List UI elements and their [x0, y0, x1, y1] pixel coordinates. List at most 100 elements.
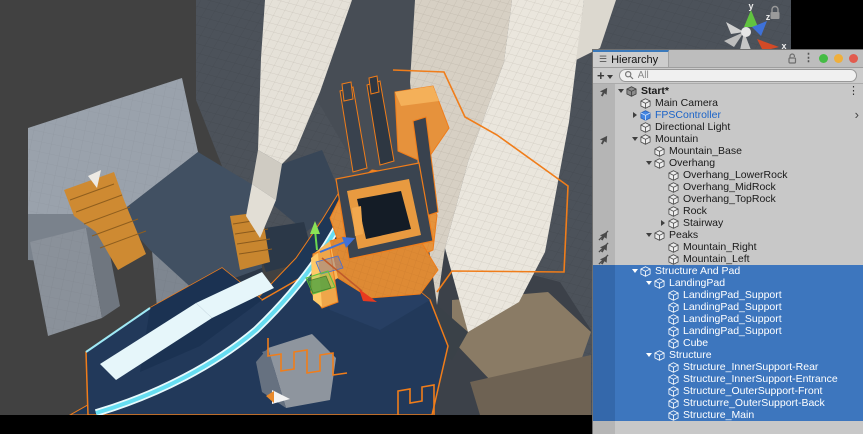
expand-arrow-open[interactable]	[643, 161, 654, 165]
tree-item-overhang-toprock[interactable]: Overhang_TopRock	[593, 193, 863, 205]
expand-arrow-closed[interactable]	[657, 220, 668, 226]
tree-item-mountain-right[interactable]: Mountain_Right	[593, 241, 863, 253]
tree-item-start[interactable]: Start* ⋮	[593, 85, 863, 97]
tree-item-directional-light[interactable]: Directional Light	[593, 121, 863, 133]
gutter-cell	[593, 361, 615, 373]
go-icon	[668, 302, 681, 313]
go-icon	[668, 410, 681, 421]
expand-arrow-open[interactable]	[629, 137, 640, 141]
create-object-button[interactable]: +	[597, 69, 613, 82]
go-icon	[640, 122, 653, 133]
tree-item-overhang-lowerrock[interactable]: Overhang_LowerRock	[593, 169, 863, 181]
expand-arrow-open[interactable]	[643, 353, 654, 357]
item-label: Structure_InnerSupport-Entrance	[683, 373, 838, 385]
expand-arrow-closed[interactable]	[629, 112, 640, 118]
tree-item-overhang[interactable]: Overhang	[593, 157, 863, 169]
tree-item-structure-main[interactable]: Structure_Main	[593, 409, 863, 421]
tree-item-overhang-midrock[interactable]: Overhang_MidRock	[593, 181, 863, 193]
tree-item-rock[interactable]: Rock	[593, 205, 863, 217]
expand-arrow-open[interactable]	[615, 89, 626, 93]
item-label: FPSController	[655, 109, 721, 121]
tree-item-fpscontroller[interactable]: FPSController ›	[593, 109, 863, 121]
go-icon	[668, 314, 681, 325]
go-icon	[668, 290, 681, 301]
gutter-cell	[593, 97, 615, 109]
tree-item-structure-innersupport-entrance[interactable]: Structure_InnerSupport-Entrance	[593, 373, 863, 385]
tree-item-landingpad-support[interactable]: LandingPad_Support	[593, 313, 863, 325]
axis-y-label: y	[748, 1, 753, 11]
tree-item-structure[interactable]: Structure	[593, 349, 863, 361]
tree-item-mountain[interactable]: Mountain	[593, 133, 863, 145]
gutter-cell	[593, 289, 615, 301]
tab-label: Hierarchy	[611, 54, 658, 66]
panel-list-icon: ☰	[599, 55, 607, 64]
gutter-cell	[593, 313, 615, 325]
pick-icon[interactable]	[593, 85, 615, 97]
pick-disabled-icon[interactable]	[593, 229, 615, 241]
item-label: Main Camera	[655, 97, 718, 109]
go-icon	[654, 230, 667, 241]
tree-item-structure-outersupport-front[interactable]: Structure_OuterSupport-Front	[593, 385, 863, 397]
item-options-icon[interactable]: ⋮	[848, 86, 859, 97]
item-label: Structure_InnerSupport-Rear	[683, 361, 818, 373]
expand-arrow-open[interactable]	[643, 281, 654, 285]
tree-item-mountain-base[interactable]: Mountain_Base	[593, 145, 863, 157]
axis-z-label: z	[766, 12, 771, 22]
gutter-cell	[593, 385, 615, 397]
tree-item-stairway[interactable]: Stairway	[593, 217, 863, 229]
expand-arrow-open[interactable]	[643, 233, 654, 237]
item-label: Structure_OuterSupport-Front	[683, 385, 822, 397]
tab-hierarchy[interactable]: ☰ Hierarchy	[593, 50, 669, 67]
item-label: Overhang_LowerRock	[683, 169, 787, 181]
lock-icon[interactable]	[787, 53, 797, 64]
go-icon	[668, 254, 681, 265]
item-label: Mountain_Left	[683, 253, 750, 265]
pick-icon[interactable]	[593, 133, 615, 145]
go-icon	[668, 374, 681, 385]
gutter-cell	[593, 397, 615, 409]
pick-disabled-icon[interactable]	[593, 241, 615, 253]
item-label: Structure And Pad	[655, 265, 740, 277]
item-label: LandingPad_Support	[683, 313, 782, 325]
window-button-green[interactable]	[819, 54, 828, 63]
tree-item-structure-innersupport-rear[interactable]: Structure_InnerSupport-Rear	[593, 361, 863, 373]
search-input[interactable]	[638, 70, 850, 81]
go-icon	[668, 242, 681, 253]
item-label: Start*	[641, 85, 669, 97]
hierarchy-panel: ☰ Hierarchy ⋮ +	[593, 50, 863, 434]
go-icon	[654, 158, 667, 169]
hierarchy-search[interactable]	[619, 69, 857, 82]
gutter-cell	[593, 409, 615, 421]
tree-item-structure-and-pad[interactable]: Structure And Pad	[593, 265, 863, 277]
go-icon	[668, 386, 681, 397]
go-icon	[668, 170, 681, 181]
item-label: Structure	[669, 349, 712, 361]
gutter-cell	[593, 205, 615, 217]
tree-item-structurre-outersupport-back[interactable]: Structurre_OuterSupport-Back	[593, 397, 863, 409]
tree-item-cube[interactable]: Cube	[593, 337, 863, 349]
expand-arrow-open[interactable]	[629, 269, 640, 273]
window-button-red[interactable]	[849, 54, 858, 63]
item-label: Overhang_MidRock	[683, 181, 776, 193]
tree-item-main-camera[interactable]: Main Camera	[593, 97, 863, 109]
tree-item-landingpad-support[interactable]: LandingPad_Support	[593, 289, 863, 301]
search-icon	[624, 70, 635, 81]
tree-item-landingpad-support[interactable]: LandingPad_Support	[593, 325, 863, 337]
go-icon	[640, 134, 653, 145]
panel-menu-icon[interactable]: ⋮	[803, 53, 813, 64]
go-icon	[640, 266, 653, 277]
item-label: LandingPad_Support	[683, 301, 782, 313]
item-label: Structure_Main	[683, 409, 754, 421]
pick-disabled-icon[interactable]	[593, 253, 615, 265]
tree-item-mountain-left[interactable]: Mountain_Left	[593, 253, 863, 265]
go-icon	[668, 362, 681, 373]
window-button-yellow[interactable]	[834, 54, 843, 63]
tree-item-landingpad[interactable]: LandingPad	[593, 277, 863, 289]
gutter-cell	[593, 169, 615, 181]
prefab-open-chevron[interactable]: ›	[855, 108, 859, 121]
hierarchy-tabbar: ☰ Hierarchy ⋮	[593, 50, 863, 68]
item-label: Mountain_Right	[683, 241, 757, 253]
tree-item-peaks[interactable]: Peaks	[593, 229, 863, 241]
scene-icon	[626, 86, 639, 97]
tree-item-landingpad-support[interactable]: LandingPad_Support	[593, 301, 863, 313]
